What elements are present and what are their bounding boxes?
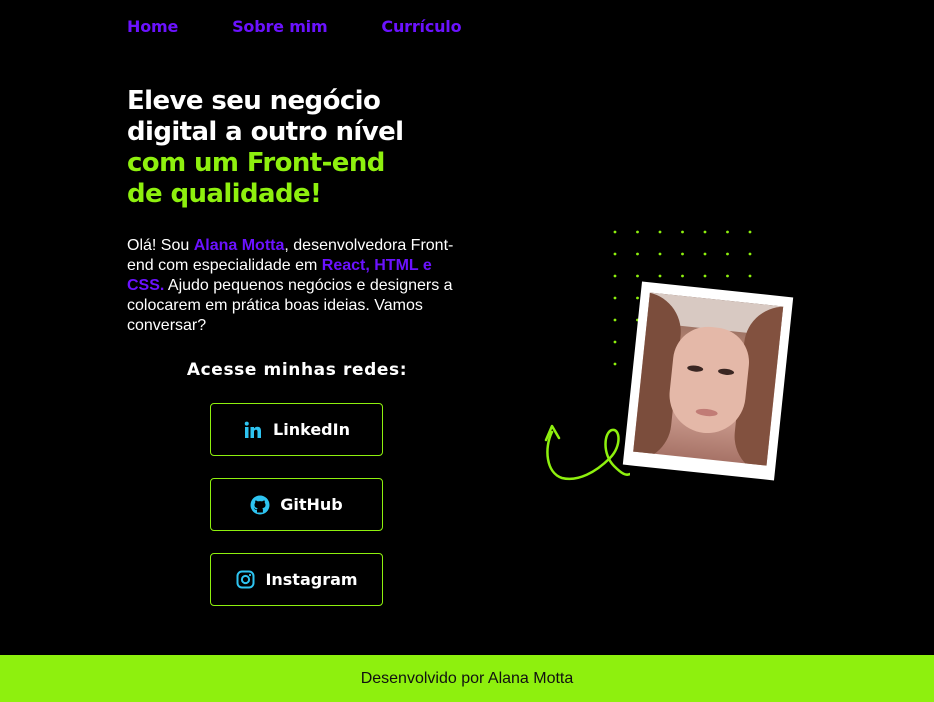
decor-dot [636, 296, 639, 300]
footer-text: Desenvolvido por Alana Motta [360, 669, 574, 687]
decor-dot [726, 252, 729, 256]
footer: Desenvolvido por Alana Motta [0, 655, 934, 702]
decor-dot [658, 274, 662, 278]
decor-dot [613, 274, 617, 278]
decor-dot [703, 274, 707, 278]
decor-dot [703, 252, 707, 256]
decor-dot [748, 274, 752, 278]
decor-dot [636, 230, 639, 234]
decor-dot [748, 230, 752, 234]
nav-sobre-mim[interactable]: Sobre mim [232, 17, 328, 36]
curly-arrow-decoration [544, 424, 630, 481]
hero-headline: Eleve seu negócio digital a outro nível … [127, 86, 467, 210]
headline-line-2: digital a outro nível [127, 117, 404, 147]
social-title: Acesse minhas redes: [186, 360, 408, 380]
linkedin-button[interactable]: LinkedIn [210, 403, 383, 456]
intro-text-3: Ajudo pequenos negócios e designers a co… [127, 277, 453, 334]
instagram-label: Instagram [265, 570, 358, 589]
decor-dot [748, 252, 752, 256]
decor-dot [726, 230, 729, 234]
decor-dot [726, 274, 729, 278]
instagram-icon [235, 570, 255, 590]
decor-dot [703, 230, 707, 234]
intro-name: Alana Motta [193, 237, 285, 254]
decor-dot [681, 230, 684, 234]
decor-dot [636, 252, 639, 256]
decor-dot [681, 252, 684, 256]
headline-line-4: de qualidade! [127, 179, 322, 209]
linkedin-label: LinkedIn [273, 420, 350, 439]
decor-dot [613, 230, 617, 234]
profile-photo [633, 292, 784, 466]
intro-paragraph: Olá! Sou Alana Motta, desenvolvedora Fro… [127, 236, 472, 336]
decor-dot [613, 296, 617, 300]
headline-line-1: Eleve seu negócio [127, 86, 381, 116]
github-button[interactable]: GitHub [210, 478, 383, 531]
decor-dot [681, 274, 684, 278]
intro-text-1: Olá! Sou [127, 237, 194, 254]
nav-home[interactable]: Home [127, 17, 178, 36]
profile-photo-frame [622, 281, 794, 481]
decor-dot [658, 230, 662, 234]
linkedin-icon [243, 420, 263, 440]
decor-dot [613, 318, 617, 322]
decor-dot [613, 252, 617, 256]
instagram-button[interactable]: Instagram [210, 553, 383, 606]
decor-dot [613, 340, 617, 344]
headline-line-3: com um Front-end [127, 148, 385, 178]
decor-dot [613, 362, 617, 366]
decor-dot [658, 252, 662, 256]
main-nav: Home Sobre mim Currículo [127, 17, 462, 36]
nav-curriculo[interactable]: Currículo [381, 17, 461, 36]
github-label: GitHub [280, 495, 343, 514]
github-icon [250, 495, 270, 515]
decor-dot [636, 274, 639, 278]
